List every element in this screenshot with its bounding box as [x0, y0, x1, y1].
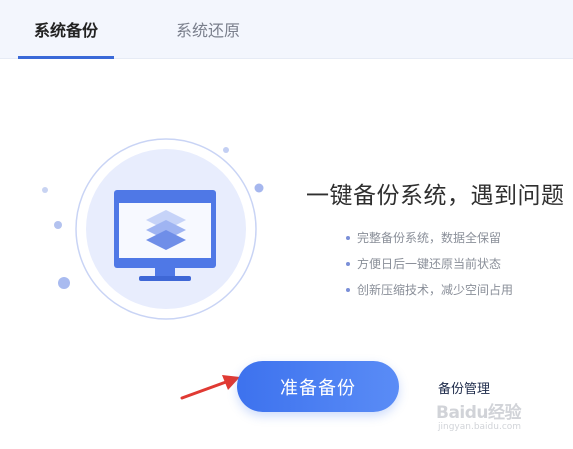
backup-illustration — [42, 138, 264, 320]
feature-item: 方便日后一键还原当前状态 — [346, 254, 513, 280]
watermark-main: Baidu经验 — [436, 403, 522, 423]
decor-dot — [254, 183, 264, 193]
baidu-watermark: Baidu经验 jingyan.baidu.com — [436, 398, 566, 438]
red-arrow-annotation — [180, 375, 240, 400]
prepare-backup-button[interactable]: 准备备份 — [237, 361, 399, 412]
bullet-dot — [346, 236, 350, 240]
headline: 一键备份系统，遇到问题 — [306, 183, 565, 209]
feature-text: 完整备份系统，数据全保留 — [357, 231, 502, 245]
decor-dot — [54, 221, 62, 229]
feature-item: 创新压缩技术，减少空间占用 — [346, 280, 513, 306]
feature-text: 方便日后一键还原当前状态 — [357, 257, 502, 271]
watermark-sub: jingyan.baidu.com — [438, 422, 522, 432]
bullet-dot — [346, 262, 350, 266]
decor-dot — [58, 277, 70, 289]
feature-list: 完整备份系统，数据全保留 方便日后一键还原当前状态 创新压缩技术，减少空间占用 — [346, 228, 513, 306]
feature-text: 创新压缩技术，减少空间占用 — [357, 283, 514, 297]
bullet-dot — [346, 288, 350, 292]
backup-management-link[interactable]: 备份管理 — [438, 378, 490, 397]
decor-dot — [42, 187, 48, 193]
feature-item: 完整备份系统，数据全保留 — [346, 228, 513, 254]
decor-dot — [223, 147, 229, 153]
